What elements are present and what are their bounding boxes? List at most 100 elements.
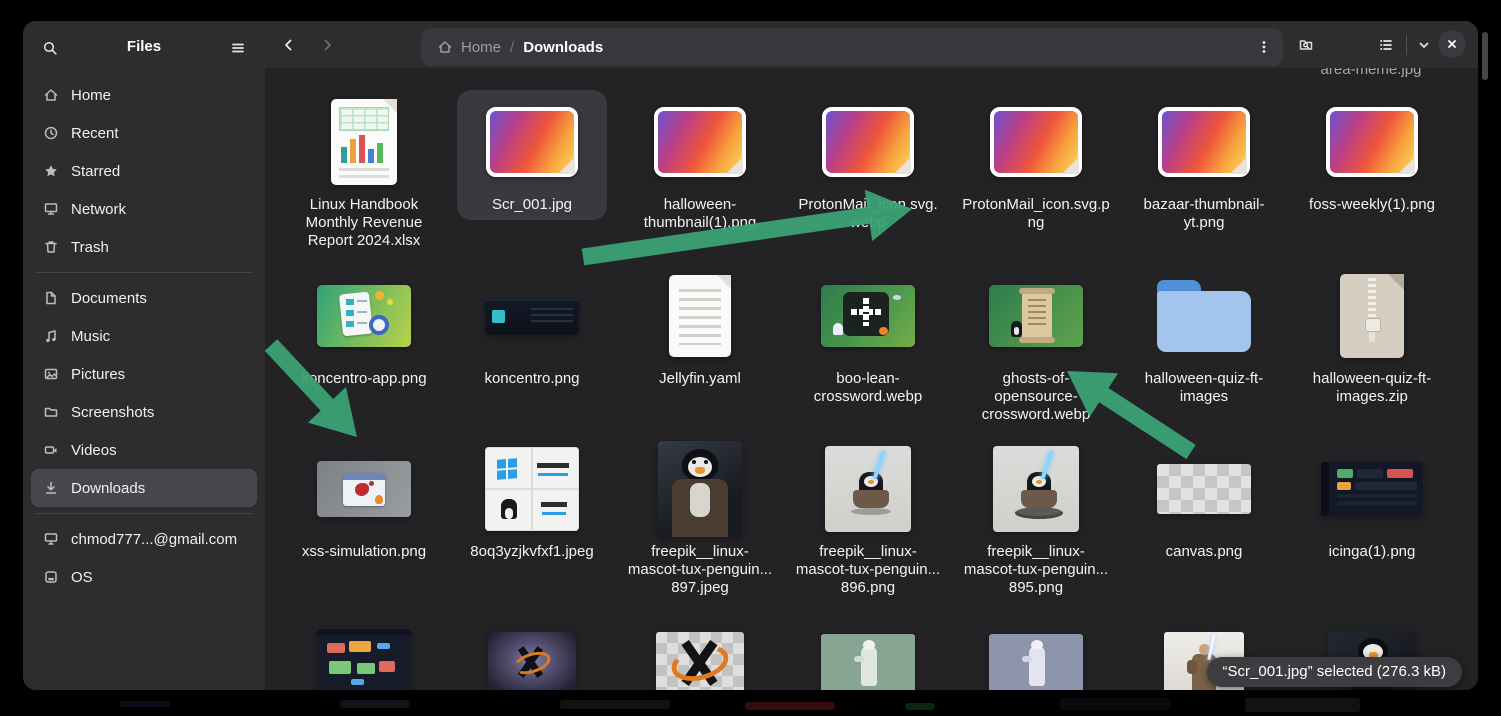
file-thumbnail: [989, 634, 1083, 690]
thumbnail-box: [961, 266, 1111, 366]
sidebar-item-os[interactable]: OS: [31, 558, 257, 596]
file-item-koncentro-png[interactable]: koncentro.png: [448, 264, 616, 430]
sidebar-item-documents[interactable]: Documents: [31, 279, 257, 317]
sidebar-item-network[interactable]: Network: [31, 190, 257, 228]
file-thumbnail: [822, 107, 914, 177]
scrollbar-thumb[interactable]: [1482, 32, 1488, 80]
sidebar-item-trash[interactable]: Trash: [31, 228, 257, 266]
folder-icon: [43, 404, 59, 420]
file-item-clipped-3[interactable]: [784, 611, 952, 690]
file-item-boo-lean-crossword-webp[interactable]: boo-lean-crossword.webp: [784, 264, 952, 430]
file-item-body: boo-lean-crossword.webp: [793, 264, 943, 412]
file-label: ProtonMail_icon.svg.webp: [793, 196, 943, 232]
sidebar-item-videos[interactable]: Videos: [31, 431, 257, 469]
back-icon: [281, 37, 297, 53]
thumbnail-box: [1129, 266, 1279, 366]
file-item-clipped-1[interactable]: [448, 611, 616, 690]
file-item-jellyfin-yaml[interactable]: Jellyfin.yaml: [616, 264, 784, 430]
close-icon: [1444, 36, 1460, 52]
clipped-desktop-artifact: [1245, 698, 1360, 712]
file-item-8oq3yzjkvfxf1-jpeg[interactable]: 8oq3yzjkvfxf1.jpeg: [448, 437, 616, 603]
thumbnail-box: [625, 439, 775, 539]
file-item-body: canvas.png: [1129, 437, 1279, 567]
file-thumbnail: [1321, 462, 1423, 516]
file-item-halloween-quiz-ft-images-zip[interactable]: halloween-quiz-ft-images.zip: [1288, 264, 1456, 430]
file-item-body: xss-simulation.png: [289, 437, 439, 567]
thumbnail-box: [289, 266, 439, 366]
file-thumbnail: [485, 447, 579, 531]
sidebar-item-downloads[interactable]: Downloads: [31, 469, 257, 507]
file-thumbnail: [1326, 107, 1418, 177]
sidebar-item-label: Starred: [71, 163, 120, 180]
close-button[interactable]: [1438, 30, 1466, 58]
file-item-clipped-0[interactable]: [280, 611, 448, 690]
file-item-halloween-quiz-ft-images[interactable]: halloween-quiz-ft-images: [1120, 264, 1288, 430]
path-bar[interactable]: Home / Downloads: [421, 28, 1283, 66]
back-button[interactable]: [273, 29, 305, 61]
sidebar-item-label: chmod777...@gmail.com: [71, 531, 237, 548]
sidebar-item-chmod777-gmail-com[interactable]: chmod777...@gmail.com: [31, 520, 257, 558]
sidebar-item-pictures[interactable]: Pictures: [31, 355, 257, 393]
breadcrumb-home[interactable]: Home: [437, 39, 501, 56]
file-item-freepik-linux-mascot-tux-penguin-897-jpeg[interactable]: freepik__linux-mascot-tux-penguin... 897…: [616, 437, 784, 603]
view-options-button[interactable]: [1412, 30, 1436, 60]
file-item-body: Scr_001.jpg: [457, 90, 607, 220]
file-item-koncentro-app-png[interactable]: koncentro-app.png: [280, 264, 448, 430]
file-item-canvas-png[interactable]: canvas.png: [1120, 437, 1288, 603]
file-label: koncentro.png: [457, 370, 607, 388]
path-menu-button[interactable]: [1249, 32, 1279, 62]
file-item-halloween-thumbnail-1-png[interactable]: halloween-thumbnail(1).png: [616, 90, 784, 256]
grid-row: Linux Handbook Monthly Revenue Report 20…: [280, 90, 1456, 256]
clipped-desktop-artifact: [1060, 698, 1170, 710]
file-item-freepik-linux-mascot-tux-penguin-896-png[interactable]: freepik__linux-mascot-tux-penguin... 896…: [784, 437, 952, 603]
file-item-body: freepik__linux-mascot-tux-penguin... 897…: [625, 437, 775, 603]
file-label: freepik__linux-mascot-tux-penguin... 897…: [625, 543, 775, 597]
file-item-bazaar-thumbnail-yt-png[interactable]: bazaar-thumbnail-yt.png: [1120, 90, 1288, 256]
thumbnail-box: [625, 92, 775, 192]
sidebar-item-label: Home: [71, 87, 111, 104]
file-item-body: ProtonMail_icon.svg.webp: [793, 90, 943, 238]
file-thumbnail: [485, 298, 579, 335]
file-item-clipped-4[interactable]: [952, 611, 1120, 690]
file-item-icinga-1-png[interactable]: icinga(1).png: [1288, 437, 1456, 603]
sidebar-header: Files: [23, 21, 265, 75]
file-thumbnail: [656, 632, 744, 690]
sidebar-item-recent[interactable]: Recent: [31, 114, 257, 152]
file-item-body: koncentro-app.png: [289, 264, 439, 394]
kebab-menu-icon: [1256, 39, 1272, 55]
file-item-protonmail-icon-svg-webp[interactable]: ProtonMail_icon.svg.webp: [784, 90, 952, 256]
forward-button[interactable]: [311, 29, 343, 61]
file-label: foss-weekly(1).png: [1297, 196, 1447, 214]
file-label: koncentro-app.png: [289, 370, 439, 388]
sidebar-item-screenshots[interactable]: Screenshots: [31, 393, 257, 431]
file-thumbnail: [317, 285, 411, 347]
file-item-foss-weekly-1-png[interactable]: foss-weekly(1).png: [1288, 90, 1456, 256]
breadcrumb-current[interactable]: Downloads: [523, 39, 603, 56]
sidebar-item-label: Downloads: [71, 480, 145, 497]
file-item-scr-001-jpg[interactable]: Scr_001.jpg: [448, 90, 616, 256]
file-label: Jellyfin.yaml: [625, 370, 775, 388]
sidebar-item-label: Videos: [71, 442, 117, 459]
file-item-protonmail-icon-svg-png[interactable]: ProtonMail_icon.svg.png: [952, 90, 1120, 256]
computer-icon: [43, 531, 59, 547]
sidebar-item-home[interactable]: Home: [31, 76, 257, 114]
file-item-body: ProtonMail_icon.svg.png: [961, 90, 1111, 238]
file-item-linux-handbook-monthly-revenue-report-2024-xlsx[interactable]: Linux Handbook Monthly Revenue Report 20…: [280, 90, 448, 256]
menu-button[interactable]: [223, 33, 253, 63]
sidebar-item-music[interactable]: Music: [31, 317, 257, 355]
file-item-ghosts-of-opensource-crossword-webp[interactable]: ghosts-of-opensource-crossword.webp: [952, 264, 1120, 430]
file-item-xss-simulation-png[interactable]: xss-simulation.png: [280, 437, 448, 603]
thumbnail-box: [457, 92, 607, 192]
thumbnail-box: [961, 92, 1111, 192]
file-item-freepik-linux-mascot-tux-penguin-895-png[interactable]: freepik__linux-mascot-tux-penguin... 895…: [952, 437, 1120, 603]
music-icon: [43, 328, 59, 344]
file-thumbnail: [669, 275, 731, 357]
header-bar: Home / Downloads: [265, 21, 1478, 69]
list-view-button[interactable]: [1371, 30, 1401, 60]
sidebar-divider: [35, 513, 253, 514]
folder-search-icon: [1298, 37, 1314, 53]
sidebar-item-starred[interactable]: Starred: [31, 152, 257, 190]
search-folder-button[interactable]: [1290, 29, 1322, 61]
file-item-clipped-2[interactable]: [616, 611, 784, 690]
file-thumbnail: [317, 461, 411, 517]
